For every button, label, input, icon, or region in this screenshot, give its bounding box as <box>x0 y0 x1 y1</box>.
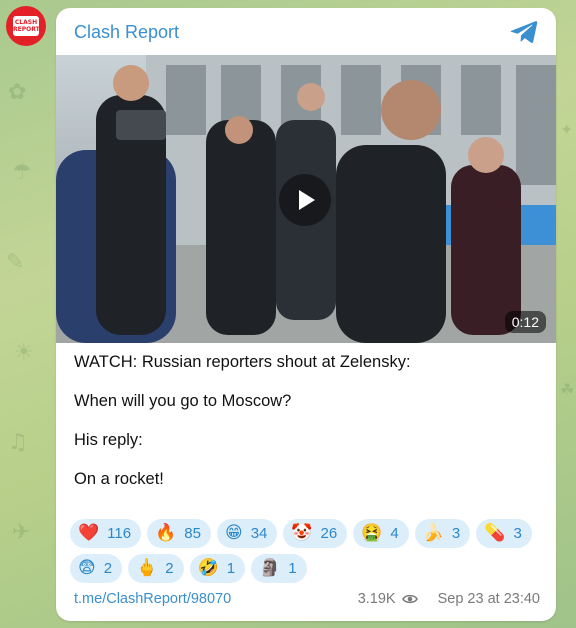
doodle-icon: ☘ <box>560 380 575 399</box>
reactions-bar: ❤️ 116 🔥 85 😁 34 🤡 26 🤮 4 🍌 3 💊 3 😨 2 🖕 2 🤣 1 🗿 1 <box>70 519 550 583</box>
fearful-icon: 😨 <box>78 558 96 578</box>
doodle-icon: ☂ <box>12 160 32 185</box>
video-duration: 0:12 <box>504 311 546 333</box>
grin-icon: 😁 <box>224 523 243 543</box>
message-line: His reply: <box>74 431 143 449</box>
doodle-icon: ☀ <box>14 340 34 365</box>
doodle-icon: ✦ <box>560 120 574 139</box>
banana-icon: 🍌 <box>422 523 444 543</box>
message-text: WATCH: Russian reporters shout at Zelens… <box>74 352 540 508</box>
message-card: Clash Report 0:12 WATCH: Russian reporte… <box>56 8 556 621</box>
reaction-count: 3 <box>513 525 522 542</box>
reaction-vomit[interactable]: 🤮 4 <box>353 519 409 548</box>
play-button[interactable] <box>279 174 331 226</box>
doodle-icon: ♫ <box>8 430 28 455</box>
reaction-count: 85 <box>184 525 201 542</box>
channel-avatar[interactable]: CLASH REPORT <box>6 6 46 46</box>
clown-icon: 🤡 <box>291 523 313 543</box>
reaction-count: 1 <box>226 560 236 577</box>
avatar-logo: CLASH REPORT <box>13 16 40 36</box>
channel-name[interactable]: Clash Report <box>74 22 179 43</box>
eye-icon <box>401 594 418 604</box>
message-footer: t.me/ClashReport/98070 3.19K Sep 23 at 2… <box>74 589 540 609</box>
video-player[interactable]: 0:12 <box>56 55 556 343</box>
reaction-moai[interactable]: 🗿 1 <box>251 554 307 583</box>
message-header: Clash Report <box>56 8 556 55</box>
reaction-count: 26 <box>320 525 338 542</box>
reaction-count: 1 <box>288 560 297 577</box>
reaction-fire[interactable]: 🔥 85 <box>147 519 211 548</box>
fire-icon: 🔥 <box>155 523 177 543</box>
reaction-count: 34 <box>250 525 268 542</box>
rofl-icon: 🤣 <box>197 558 219 578</box>
reaction-heart[interactable]: ❤️ 116 <box>70 519 142 548</box>
reaction-pill[interactable]: 💊 3 <box>476 519 532 548</box>
middle-finger-icon: 🖕 <box>136 558 158 578</box>
reaction-clown[interactable]: 🤡 26 <box>283 519 348 548</box>
telegram-icon[interactable] <box>510 20 538 44</box>
reaction-fearful[interactable]: 😨 2 <box>70 554 123 583</box>
doodle-icon: ✎ <box>6 250 25 275</box>
reaction-middle-finger[interactable]: 🖕 2 <box>128 554 184 583</box>
play-icon <box>299 190 315 210</box>
message-meta: 3.19K Sep 23 at 23:40 <box>358 591 540 607</box>
reaction-count: 3 <box>451 525 461 542</box>
pill-icon: 💊 <box>484 523 506 543</box>
reaction-rofl[interactable]: 🤣 1 <box>189 554 246 583</box>
reaction-count: 116 <box>107 525 132 542</box>
reaction-count: 4 <box>390 525 399 542</box>
heart-icon: ❤️ <box>78 523 100 543</box>
reaction-grin[interactable]: 😁 34 <box>216 519 278 548</box>
post-link[interactable]: t.me/ClashReport/98070 <box>74 591 231 607</box>
message-line: WATCH: Russian reporters shout at Zelens… <box>74 353 411 371</box>
message-line: When will you go to Moscow? <box>74 392 292 410</box>
doodle-icon: ✿ <box>8 80 27 105</box>
moai-icon: 🗿 <box>259 558 281 578</box>
vomit-icon: 🤮 <box>361 523 383 543</box>
reaction-count: 2 <box>165 560 174 577</box>
view-count: 3.19K <box>357 591 396 607</box>
reaction-count: 2 <box>103 560 113 577</box>
doodle-icon: ✈ <box>12 520 31 545</box>
message-line: On a rocket! <box>74 470 164 488</box>
timestamp: Sep 23 at 23:40 <box>437 591 540 607</box>
reaction-banana[interactable]: 🍌 3 <box>414 519 471 548</box>
